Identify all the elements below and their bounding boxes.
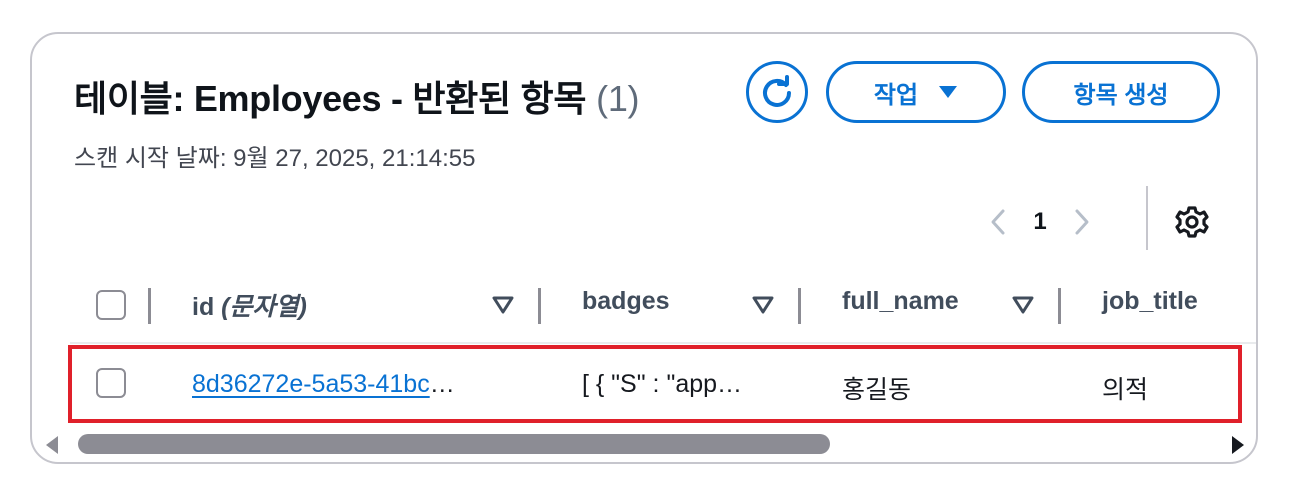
refresh-button[interactable] [746, 61, 808, 123]
chevron-right-icon [1075, 209, 1089, 235]
sort-icon[interactable] [1012, 295, 1034, 315]
pagination: 1 [982, 202, 1098, 242]
scan-start-date: 스캔 시작 날짜: 9월 27, 2025, 21:14:55 [74, 145, 476, 172]
column-header-full-name[interactable]: full_name [842, 287, 959, 316]
actions-dropdown-button[interactable]: 작업 [826, 61, 1006, 123]
column-separator[interactable] [798, 288, 801, 324]
column-id-label: id [192, 293, 215, 321]
pagination-divider [1146, 186, 1148, 250]
header-divider [70, 342, 1256, 344]
sort-icon[interactable] [492, 295, 514, 315]
column-separator[interactable] [148, 288, 151, 324]
title-text: 테이블: Employees - 반환된 항목 [74, 78, 587, 119]
preferences-button[interactable] [1172, 202, 1212, 242]
next-page-button[interactable] [1066, 202, 1098, 242]
create-item-label: 항목 생성 [1073, 81, 1169, 109]
scroll-left-icon[interactable] [44, 434, 60, 456]
items-panel: 테이블: Employees - 반환된 항목 (1) 스캔 시작 날짜: 9월 … [30, 32, 1258, 464]
item-count: (1) [596, 78, 640, 119]
column-separator[interactable] [538, 288, 541, 324]
row-select-checkbox[interactable] [96, 368, 126, 398]
scrollbar-thumb[interactable] [78, 434, 830, 454]
refresh-icon [763, 75, 791, 107]
cell-full-name: 홍길동 [842, 376, 912, 404]
id-ellipsis: … [429, 370, 455, 398]
caret-down-icon [939, 86, 958, 98]
cell-job-title: 의적 [1102, 376, 1149, 404]
column-id-type-hint: (문자열) [221, 293, 307, 321]
gear-icon [1175, 206, 1209, 238]
current-page-number[interactable]: 1 [1014, 208, 1066, 236]
select-all-checkbox[interactable] [96, 290, 126, 320]
cell-badges: [ { "S" : "app… [582, 370, 743, 398]
item-id-link[interactable]: 8d36272e-5a53-41bc [192, 370, 430, 398]
column-header-badges[interactable]: badges [582, 287, 670, 316]
column-header-job-title[interactable]: job_title [1102, 287, 1198, 316]
cell-id: 8d36272e-5a53-41bc… [192, 370, 455, 399]
actions-label: 작업 [873, 81, 919, 109]
scroll-right-icon[interactable] [1230, 434, 1246, 456]
column-separator[interactable] [1058, 288, 1061, 324]
sort-icon[interactable] [752, 295, 774, 315]
chevron-left-icon [991, 209, 1005, 235]
previous-page-button[interactable] [982, 202, 1014, 242]
column-header-id[interactable]: id (문자열) [192, 287, 307, 323]
create-item-button[interactable]: 항목 생성 [1022, 61, 1220, 123]
page-title: 테이블: Employees - 반환된 항목 (1) [74, 70, 640, 122]
